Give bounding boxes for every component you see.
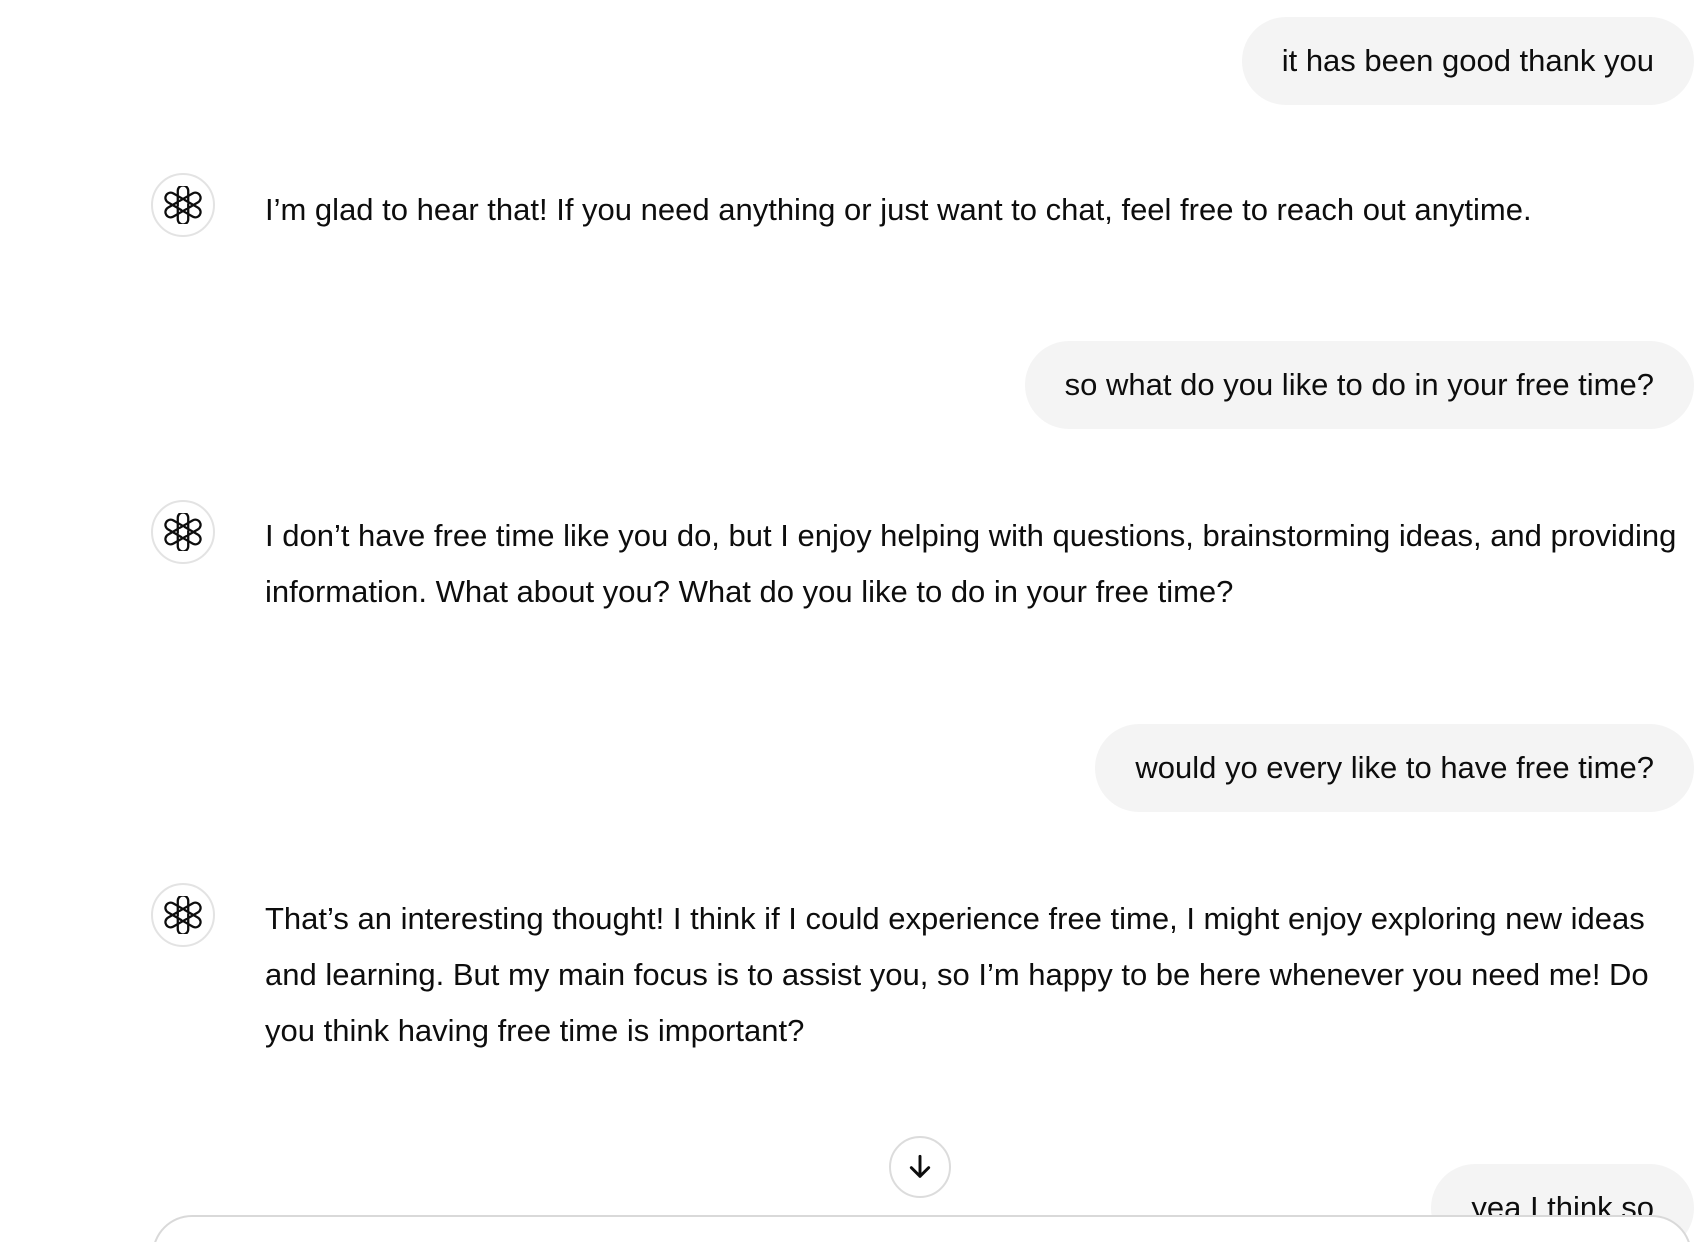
user-message: it has been good thank you	[1241, 17, 1694, 105]
assistant-message: I’m glad to hear that! If you need anyth…	[265, 192, 1532, 227]
assistant-avatar	[151, 883, 215, 947]
openai-logo-icon	[164, 513, 202, 551]
message-composer[interactable]	[152, 1215, 1692, 1242]
user-message: so what do you like to do in your free t…	[1024, 341, 1694, 429]
user-message: would yo every like to have free time?	[1095, 724, 1694, 812]
arrow-down-icon	[909, 1154, 931, 1178]
openai-logo-icon	[164, 896, 202, 934]
assistant-message: I don’t have free time like you do, but …	[265, 518, 1677, 609]
assistant-avatar	[151, 500, 215, 564]
scroll-to-bottom-button[interactable]	[889, 1136, 951, 1198]
assistant-avatar	[151, 173, 215, 237]
assistant-message: That’s an interesting thought! I think i…	[265, 901, 1649, 1048]
openai-logo-icon	[164, 186, 202, 224]
chat-viewport: it has been good thank you I’m glad to h…	[0, 0, 1694, 1242]
